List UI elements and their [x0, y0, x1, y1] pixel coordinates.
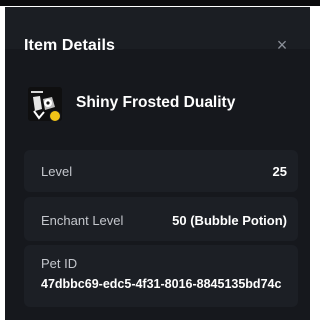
pet-id-card: Pet ID 47dbbc69-edc5-4f31-8016-8845135bd… — [24, 245, 298, 307]
pet-summary: Shiny Frosted Duality — [28, 85, 298, 121]
enchant-label: Enchant Level — [41, 213, 124, 228]
pet-name: Shiny Frosted Duality — [76, 94, 236, 111]
level-label: Level — [41, 164, 73, 179]
level-value: 25 — [272, 164, 287, 179]
modal-title: Item Details — [24, 37, 116, 54]
close-icon[interactable]: × — [274, 36, 290, 54]
level-card: Level 25 — [24, 150, 298, 192]
enchant-card: Enchant Level 50 (Bubble Potion) — [24, 197, 298, 241]
pet-id-value[interactable]: 47dbbc69-edc5-4f31-8016-8845135bd74c — [41, 277, 281, 291]
top-bar — [0, 0, 320, 6]
pet-id-label: Pet ID — [41, 256, 78, 271]
modal-header: Item Details × — [5, 7, 310, 54]
item-details-modal: Item Details × Shiny Frosted Duality Lev… — [5, 7, 310, 320]
enchant-value: 50 (Bubble Potion) — [172, 213, 287, 228]
pet-thumbnail-icon — [28, 87, 62, 121]
shiny-badge-icon — [49, 110, 61, 121]
